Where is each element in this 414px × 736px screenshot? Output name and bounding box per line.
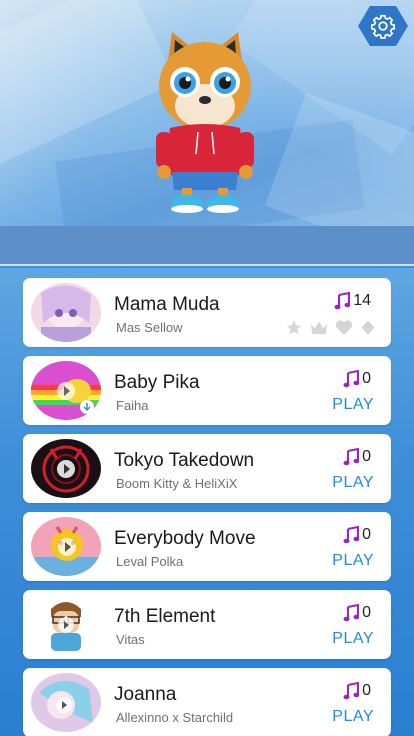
play-button[interactable]: PLAY [332,708,374,726]
gear-icon [370,14,396,39]
song-thumbnail [31,283,101,342]
play-button[interactable]: PLAY [332,630,374,648]
song-title: Everybody Move [114,528,256,549]
song-thumbnail [31,673,101,732]
song-card[interactable]: Everybody Move Leval Polka 0 PLAY [23,512,391,581]
note-count: 0 [343,682,371,700]
song-title: 7th Element [114,606,216,627]
song-thumbnail [31,595,101,654]
note-count: 0 [343,370,371,388]
song-artist: Vitas [116,632,145,647]
note-count-value: 0 [362,370,371,387]
song-artist: Boom Kitty & HeliXiX [116,476,238,491]
song-card[interactable]: Tokyo Takedown Boom Kitty & HeliXiX 0 PL… [23,434,391,503]
song-artist: Allexinno x Starchild [116,710,234,725]
play-button[interactable]: PLAY [332,552,374,570]
header-divider-bar [0,226,414,266]
song-card[interactable]: Baby Pika Faiha 0 PLAY [23,356,391,425]
music-note-icon [343,448,360,466]
song-artist: Mas Sellow [116,320,183,335]
song-card[interactable]: Mama Muda Mas Sellow 14 [23,278,391,347]
crown-icon [310,321,328,335]
dog-character [156,32,254,213]
note-count-value: 14 [353,292,371,309]
settings-button[interactable] [358,6,408,46]
note-count-value: 0 [362,604,371,621]
note-count-value: 0 [362,526,371,543]
song-card[interactable]: Joanna Allexinno x Starchild 0 PLAY [23,668,391,736]
song-card[interactable]: 7th Element Vitas 0 PLAY [23,590,391,659]
song-thumbnail [31,361,101,420]
note-count: 0 [343,448,371,466]
music-note-icon [334,292,351,310]
music-note-icon [343,682,360,700]
music-note-icon [343,526,360,544]
diamond-icon [361,320,375,335]
song-title: Mama Muda [114,294,220,315]
note-count-value: 0 [362,448,371,465]
song-artist: Leval Polka [116,554,184,569]
note-count: 0 [343,604,371,622]
song-title: Joanna [114,684,177,705]
note-count: 14 [334,292,371,310]
note-count-value: 0 [362,682,371,699]
song-artist: Faiha [116,398,149,413]
play-button[interactable]: PLAY [332,474,374,492]
heart-icon [335,320,353,335]
song-thumbnail [31,439,101,498]
music-note-icon [343,604,360,622]
rating-icons [285,319,377,336]
song-thumbnail [31,517,101,576]
star-icon [286,320,302,335]
music-note-icon [343,370,360,388]
song-title: Baby Pika [114,372,200,393]
song-title: Tokyo Takedown [114,450,255,471]
header-background [0,0,414,226]
note-count: 0 [343,526,371,544]
play-button[interactable]: PLAY [332,396,374,414]
